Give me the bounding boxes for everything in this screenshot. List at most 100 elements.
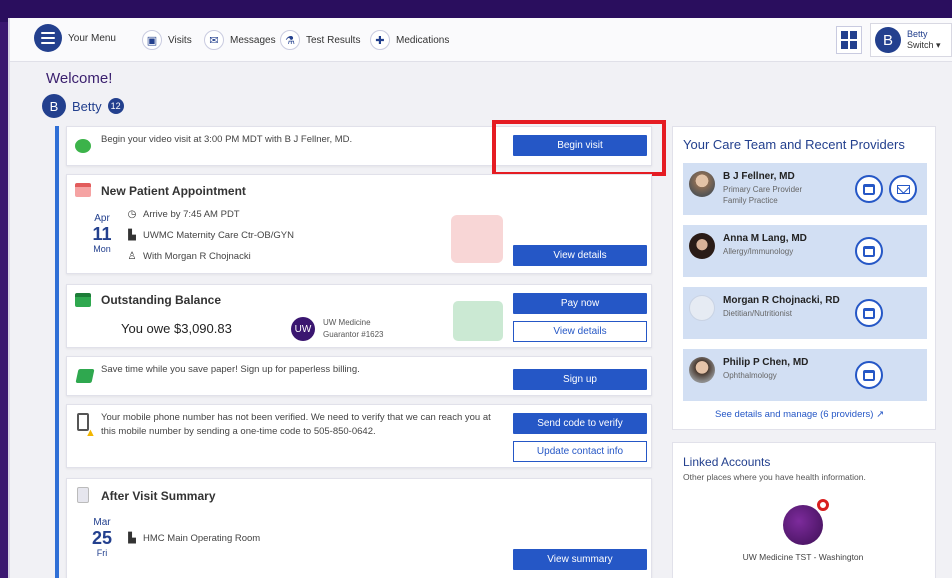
after-visit-weekday: Fri: [96, 548, 108, 558]
appointment-card: New Patient Appointment Apr 11 Mon ◷ Arri…: [66, 174, 652, 274]
user-avatar: B: [875, 27, 901, 53]
calendar-icon: [75, 183, 91, 197]
hamburger-menu-icon: [34, 24, 62, 52]
appointment-weekday: Mon: [93, 244, 111, 254]
your-menu-button[interactable]: Your Menu: [34, 24, 116, 52]
person-icon: ♙: [127, 251, 137, 262]
qr-code-icon[interactable]: [836, 26, 862, 54]
document-icon: [77, 487, 89, 503]
provider-photo: [689, 233, 715, 259]
provider-name: Morgan R Chojnacki, RD: [723, 295, 840, 306]
provider-card[interactable]: Morgan R Chojnacki, RD Dietitian/Nutriti…: [683, 287, 927, 339]
schedule-button[interactable]: [855, 361, 883, 389]
balance-card: Outstanding Balance You owe $3,090.83 UW…: [66, 284, 652, 348]
nav-visits[interactable]: ▣ Visits: [142, 28, 192, 52]
credit-card-icon: [75, 293, 91, 307]
top-nav: Your Menu ▣ Visits ✉ Messages ⚗ Test Res…: [10, 18, 952, 62]
after-visit-date: Mar 25 Fri: [85, 517, 119, 558]
patient-avatar: B: [42, 94, 66, 118]
linked-accounts-title: Linked Accounts: [683, 455, 771, 469]
see-details-link[interactable]: See details and manage (6 providers) ↗: [715, 409, 884, 420]
appointment-day: 11: [92, 224, 112, 244]
provider-placeholder-avatar: [689, 295, 715, 321]
pay-now-button[interactable]: Pay now: [513, 293, 647, 314]
schedule-button[interactable]: [855, 237, 883, 265]
schedule-button[interactable]: [855, 299, 883, 327]
appointment-date: Apr 11 Mon: [85, 213, 119, 254]
guarantor-number: Guarantor #1623: [323, 330, 384, 339]
nav-medications[interactable]: ✚ Medications: [370, 28, 449, 52]
messages-icon: ✉: [204, 30, 224, 50]
care-team-title: Your Care Team and Recent Providers: [683, 137, 905, 152]
app-window: Your Menu ▣ Visits ✉ Messages ⚗ Test Res…: [8, 18, 952, 578]
provider-name: Philip P Chen, MD: [723, 357, 809, 368]
balance-amount: You owe $3,090.83: [121, 321, 232, 336]
patient-name[interactable]: Betty: [72, 99, 102, 114]
schedule-button[interactable]: [855, 175, 883, 203]
after-visit-month: Mar: [93, 517, 111, 528]
paperless-message: Save time while you save paper! Sign up …: [101, 364, 360, 375]
linked-account-logo[interactable]: [783, 505, 823, 545]
nav-medications-label: Medications: [396, 34, 450, 46]
building-icon: ▙: [128, 230, 136, 241]
linked-accounts-subtitle: Other places where you have health infor…: [683, 472, 866, 482]
building-icon: ▙: [128, 533, 136, 544]
guarantor-info: UW Medicine Guarantor #1623: [323, 317, 384, 341]
paperless-leaf-icon: [75, 369, 95, 383]
test-results-icon: ⚗: [280, 30, 300, 50]
welcome-heading: Welcome!: [46, 70, 113, 87]
linked-account-name: UW Medicine TST - Washington: [742, 552, 864, 562]
left-accent-rail: [55, 126, 59, 578]
provider-card[interactable]: Philip P Chen, MD Ophthalmology: [683, 349, 927, 401]
balance-title: Outstanding Balance: [101, 293, 222, 307]
send-code-button[interactable]: Send code to verify: [513, 413, 647, 434]
envelope-icon: [896, 184, 910, 194]
appointment-with: ♙ With Morgan R Chojnacki: [127, 251, 251, 262]
sign-up-button[interactable]: Sign up: [513, 369, 647, 390]
nav-messages-label: Messages: [230, 34, 276, 46]
medications-icon: ✚: [370, 30, 390, 50]
paperless-card: Save time while you save paper! Sign up …: [66, 356, 652, 396]
provider-role: Dietitian/Nutritionist: [723, 309, 792, 318]
appointment-title: New Patient Appointment: [101, 184, 246, 198]
appointment-month: Apr: [94, 213, 110, 224]
warning-icon: ▲: [85, 427, 96, 439]
update-contact-button[interactable]: Update contact info: [513, 441, 647, 462]
your-menu-label: Your Menu: [68, 32, 116, 44]
provider-role: Allergy/Immunology: [723, 247, 794, 256]
message-button[interactable]: [889, 175, 917, 203]
nav-visits-label: Visits: [168, 34, 192, 46]
clock-icon: ◷: [127, 209, 137, 220]
calendar-icon: [863, 307, 875, 319]
provider-card[interactable]: Anna M Lang, MD Allergy/Immunology: [683, 225, 927, 277]
after-visit-day: 25: [91, 528, 113, 548]
balance-view-details-button[interactable]: View details: [513, 321, 647, 342]
calendar-icon: [863, 369, 875, 381]
video-visit-message: Begin your video visit at 3:00 PM MDT wi…: [101, 134, 353, 145]
appointment-location: ▙ UWMC Maternity Care Ctr-OB/GYN: [128, 230, 294, 241]
phone-verify-message: Your mobile phone number has not been ve…: [101, 412, 491, 437]
provider-role: Ophthalmology: [723, 371, 777, 380]
uw-medicine-logo: UW: [291, 317, 315, 341]
card-watermark-icon: [453, 301, 503, 341]
calendar-icon: [863, 245, 875, 257]
view-summary-button[interactable]: View summary: [513, 549, 647, 570]
nav-messages[interactable]: ✉ Messages: [204, 28, 276, 52]
nav-test-results[interactable]: ⚗ Test Results: [280, 28, 360, 52]
care-team-panel: Your Care Team and Recent Providers B J …: [672, 126, 936, 430]
video-chat-icon: [75, 139, 91, 153]
visits-icon: ▣: [142, 30, 162, 50]
arrive-time: ◷ Arrive by 7:45 AM PDT: [127, 209, 240, 220]
patient-row: B Betty 12: [42, 94, 124, 118]
provider-role: Primary Care Provider Family Practice: [723, 185, 803, 205]
phone-verify-card: ▲ Your mobile phone number has not been …: [66, 404, 652, 468]
calendar-icon: [863, 183, 875, 195]
appointment-view-details-button[interactable]: View details: [513, 245, 647, 266]
after-visit-location: ▙ HMC Main Operating Room: [128, 533, 261, 544]
provider-card[interactable]: B J Fellner, MD Primary Care Provider Fa…: [683, 163, 927, 215]
notification-count-badge[interactable]: 12: [107, 98, 124, 114]
alert-badge-icon: [817, 499, 829, 511]
user-switch-button[interactable]: B Betty Switch ▾: [870, 23, 952, 57]
nav-test-results-label: Test Results: [306, 34, 361, 46]
linked-accounts-panel: Linked Accounts Other places where you h…: [672, 442, 936, 578]
